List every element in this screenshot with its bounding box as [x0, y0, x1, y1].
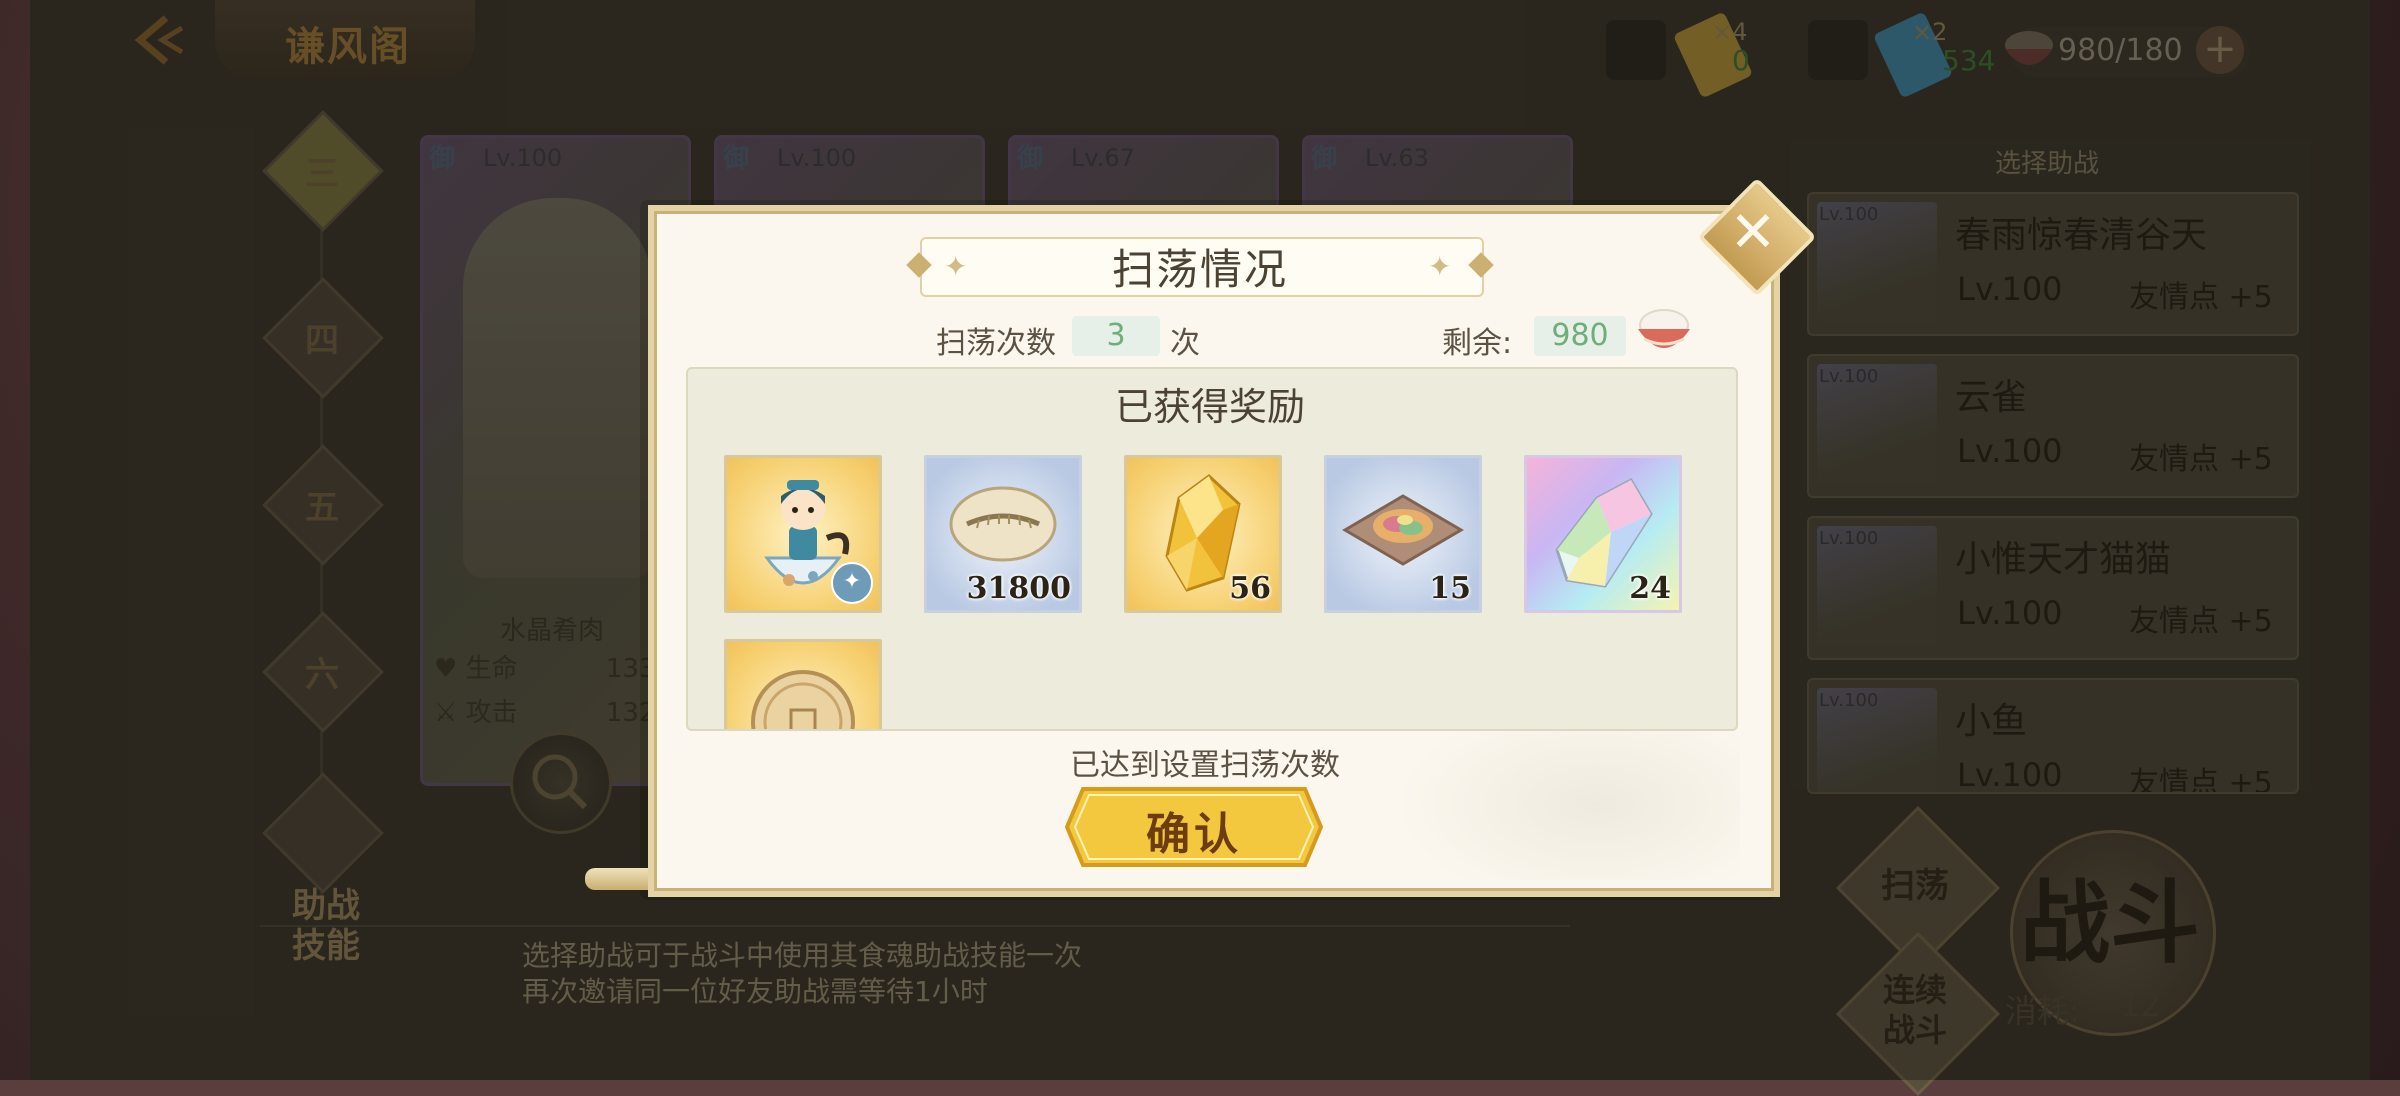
sweep-count-unit: 次	[1170, 326, 1200, 361]
reward-item[interactable]: 31800	[924, 455, 1082, 613]
reward-item[interactable]: 15	[1324, 455, 1482, 613]
close-icon: ✕	[1729, 200, 1777, 265]
sweep-count-value: 3	[1072, 316, 1160, 356]
coin-icon	[751, 670, 855, 729]
dialog-title: 扫荡情况	[1111, 245, 1288, 294]
sweep-count-label: 扫荡次数	[936, 326, 1056, 361]
confirm-label: 确认	[1146, 809, 1242, 860]
reward-item[interactable]: 56	[1124, 455, 1282, 613]
reward-item[interactable]: 24	[1524, 455, 1682, 613]
reward-count: 31800	[966, 571, 1071, 606]
remaining-label: 剩余:	[1442, 326, 1513, 361]
sweep-status: 已达到设置扫荡次数	[1070, 748, 1340, 783]
rice-bowl-icon	[1638, 309, 1690, 348]
reward-item[interactable]: ✦	[724, 455, 882, 613]
reward-count: 15	[1429, 571, 1471, 606]
reward-item[interactable]	[724, 639, 882, 729]
rewards-title: 已获得奖励	[1114, 385, 1305, 429]
reward-count: 56	[1229, 571, 1271, 606]
reward-count: 24	[1629, 571, 1671, 606]
remaining-value: 980	[1534, 316, 1626, 356]
tag-icon: ✦	[831, 562, 873, 604]
